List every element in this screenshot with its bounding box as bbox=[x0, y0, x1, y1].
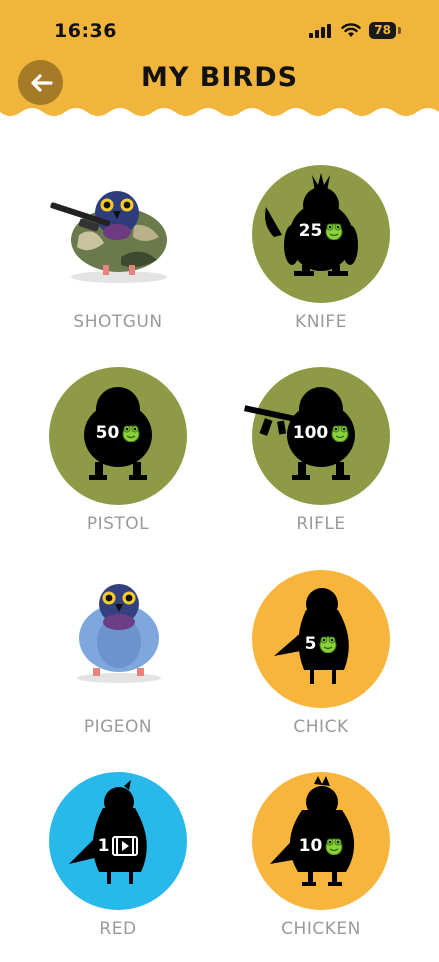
bird-name: CHICK bbox=[293, 717, 349, 737]
bird-name: PISTOL bbox=[86, 514, 150, 534]
price-value: 1 bbox=[97, 836, 110, 856]
bird-card-rifle[interactable]: 100 RIFLE bbox=[243, 367, 390, 557]
status-time: 16:36 bbox=[54, 20, 117, 42]
price-tag: 5 bbox=[252, 634, 390, 654]
bird-card-pigeon[interactable]: PIGEON bbox=[49, 570, 187, 760]
price-value: 5 bbox=[304, 634, 317, 654]
price-tag: 100 bbox=[252, 423, 390, 443]
bird-name: CHICKEN bbox=[281, 919, 361, 939]
price-tag: 1 bbox=[49, 836, 187, 856]
video-ad-icon bbox=[112, 836, 139, 856]
price-tag: 50 bbox=[49, 423, 187, 443]
pigeon-bird-image bbox=[77, 584, 161, 683]
frog-coin-icon bbox=[325, 223, 343, 240]
frog-coin-icon bbox=[331, 425, 349, 442]
bird-name: PIGEON bbox=[83, 717, 153, 737]
price-value: 50 bbox=[95, 423, 120, 443]
bird-card-chicken[interactable]: 10 CHICKEN bbox=[252, 772, 390, 962]
frog-coin-icon bbox=[122, 425, 140, 442]
bird-card-red[interactable]: 1 RED bbox=[49, 772, 187, 962]
battery-nub bbox=[398, 27, 401, 34]
bird-name: KNIFE bbox=[295, 312, 347, 332]
price-value: 100 bbox=[292, 423, 329, 443]
status-icons: 78 bbox=[309, 22, 401, 39]
price-value: 10 bbox=[298, 836, 323, 856]
bird-card-knife[interactable]: 25 KNIFE bbox=[252, 165, 390, 355]
cellular-signal-icon bbox=[309, 23, 332, 38]
battery-indicator: 78 bbox=[369, 22, 396, 39]
bird-name: RED bbox=[99, 919, 137, 939]
bird-card-chick[interactable]: 5 CHICK bbox=[252, 570, 390, 760]
price-tag: 25 bbox=[252, 221, 390, 241]
frog-coin-icon bbox=[325, 838, 343, 855]
bird-name: SHOTGUN bbox=[73, 312, 163, 332]
bird-card-pistol[interactable]: 50 PISTOL bbox=[49, 367, 187, 557]
price-value: 25 bbox=[298, 221, 323, 241]
price-tag: 10 bbox=[252, 836, 390, 856]
frog-coin-icon bbox=[319, 636, 338, 653]
wifi-icon bbox=[341, 23, 361, 37]
page-title: MY BIRDS bbox=[140, 62, 299, 93]
header: 16:36 78 MY BIRDS bbox=[0, 0, 439, 125]
bird-card-shotgun[interactable]: SHOTGUN bbox=[49, 165, 187, 355]
bird-name: RIFLE bbox=[296, 514, 346, 534]
shotgun-bird-image bbox=[50, 191, 167, 283]
